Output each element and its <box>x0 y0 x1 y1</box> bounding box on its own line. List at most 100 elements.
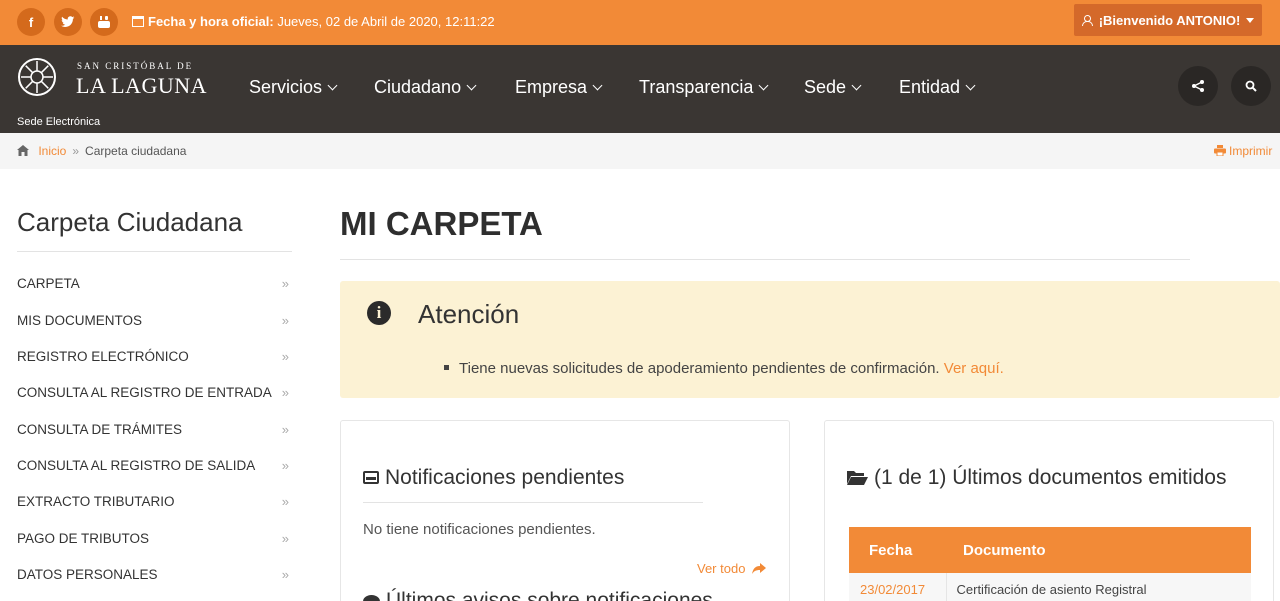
document-name: Certificación de asiento Registral <box>946 573 1251 601</box>
brand-subtitle: Sede Electrónica <box>17 116 101 128</box>
comment-icon <box>363 595 380 601</box>
sidebar-item-extracto-tributario[interactable]: EXTRACTO TRIBUTARIO » <box>17 494 292 514</box>
sidebar-item-consulta-tramites[interactable]: CONSULTA DE TRÁMITES » <box>17 422 292 442</box>
table-header-row: Fecha Documento <box>849 527 1251 573</box>
nav-servicios[interactable]: Servicios <box>249 77 338 98</box>
official-datetime: Fecha y hora oficial: Jueves, 02 de Abri… <box>132 14 495 29</box>
brand-line2[interactable]: LA LAGUNA <box>76 73 207 99</box>
chevron-down-icon <box>466 80 477 91</box>
breadcrumb-home-link[interactable]: Inicio <box>38 144 66 158</box>
nav-label: Ciudadano <box>374 77 462 97</box>
share-button[interactable] <box>1178 66 1218 106</box>
nav-sede[interactable]: Sede <box>804 77 862 98</box>
sidebar-item-label: DATOS PERSONALES <box>17 567 158 582</box>
sidebar-item-label: CONSULTA AL REGISTRO DE SALIDA <box>17 458 256 473</box>
facebook-icon[interactable]: f <box>17 8 45 36</box>
alert-title: Atención <box>418 299 520 329</box>
nav-label: Entidad <box>899 77 961 97</box>
datetime-label: Fecha y hora oficial: <box>148 14 274 29</box>
print-label: Imprimir <box>1229 144 1273 158</box>
double-chevron-right-icon: » <box>281 458 289 473</box>
user-icon <box>1081 14 1093 26</box>
double-chevron-right-icon: » <box>281 422 289 437</box>
printer-icon <box>1214 145 1226 157</box>
sidebar-item-registro-electronico[interactable]: REGISTRO ELECTRÓNICO » <box>17 349 292 369</box>
main-navbar: SAN CRISTÓBAL DE LA LAGUNA Sede Electrón… <box>0 45 1280 133</box>
notifications-empty-text: No tiene notificaciones pendientes. <box>363 521 596 538</box>
double-chevron-right-icon: » <box>281 349 289 364</box>
print-link[interactable]: Imprimir <box>1214 144 1272 158</box>
column-header-fecha[interactable]: Fecha <box>849 527 946 573</box>
documents-title-text: (1 de 1) Últimos documentos emitidos <box>874 466 1227 489</box>
nav-label: Servicios <box>249 77 323 97</box>
datetime-value: Jueves, 02 de Abril de 2020, 12:11:22 <box>277 14 495 29</box>
notices-section-title: Últimos avisos sobre notificaciones <box>363 589 713 601</box>
documents-card: (1 de 1) Últimos documentos emitidos Fec… <box>824 420 1274 601</box>
chevron-down-icon <box>592 80 603 91</box>
top-bar: f Fecha y hora oficial: Jueves, 02 de Ab… <box>0 0 1280 45</box>
sidebar-item-pago-tributos[interactable]: PAGO DE TRIBUTOS » <box>17 531 292 551</box>
notices-title-text: Últimos avisos sobre notificaciones <box>386 589 713 601</box>
table-row[interactable]: 23/02/2017 Certificación de asiento Regi… <box>849 573 1251 601</box>
city-emblem-icon[interactable] <box>17 57 57 97</box>
double-chevron-right-icon: » <box>281 313 289 328</box>
page-title: MI CARPETA <box>340 205 543 242</box>
column-header-documento[interactable]: Documento <box>946 527 1251 573</box>
chevron-down-icon <box>965 80 976 91</box>
twitter-icon[interactable] <box>54 8 82 36</box>
sidebar-item-label: CONSULTA DE TRÁMITES <box>17 422 183 437</box>
brand-line1[interactable]: SAN CRISTÓBAL DE <box>77 61 193 71</box>
breadcrumb: Inicio » Carpeta ciudadana Imprimir <box>0 133 1280 169</box>
double-chevron-right-icon: » <box>281 385 289 400</box>
sidebar-item-label: CARPETA <box>17 276 80 291</box>
home-icon <box>17 145 29 156</box>
sidebar-divider <box>17 251 292 252</box>
share-arrow-icon <box>752 563 767 574</box>
nav-entidad[interactable]: Entidad <box>899 77 976 98</box>
sidebar-title: Carpeta Ciudadana <box>17 207 243 237</box>
sidebar-item-label: REGISTRO ELECTRÓNICO <box>17 349 189 364</box>
breadcrumb-current: Carpeta ciudadana <box>85 144 187 158</box>
chevron-down-icon <box>851 80 862 91</box>
notifications-divider <box>363 502 703 503</box>
alert-message: Tiene nuevas solicitudes de apoderamient… <box>444 360 1004 377</box>
nav-transparencia[interactable]: Transparencia <box>639 77 769 98</box>
youtube-icon[interactable] <box>90 8 118 36</box>
breadcrumb-separator: » <box>72 144 80 158</box>
chevron-down-icon <box>327 80 338 91</box>
notifications-card: Notificaciones pendientes No tiene notif… <box>340 420 790 601</box>
double-chevron-right-icon: » <box>281 276 289 291</box>
documents-table: Fecha Documento 23/02/2017 Certificación… <box>849 527 1251 601</box>
nav-label: Transparencia <box>639 77 754 97</box>
info-icon: i <box>367 301 391 325</box>
alert-message-text: Tiene nuevas solicitudes de apoderamient… <box>459 360 940 377</box>
inbox-icon <box>363 471 379 484</box>
search-button[interactable] <box>1231 66 1271 106</box>
search-icon <box>1245 80 1257 92</box>
sidebar-item-label: CONSULTA AL REGISTRO DE ENTRADA <box>17 385 272 400</box>
attention-alert: i Atención Tiene nuevas solicitudes de a… <box>340 281 1280 398</box>
bullet-icon <box>444 365 449 370</box>
caret-down-icon <box>1246 17 1255 23</box>
sidebar-item-carpeta[interactable]: CARPETA » <box>17 276 292 296</box>
sidebar-item-consulta-registro-entrada[interactable]: CONSULTA AL REGISTRO DE ENTRADA » <box>17 385 292 405</box>
welcome-text: ¡Bienvenido ANTONIO! <box>1098 12 1241 28</box>
sidebar-item-label: EXTRACTO TRIBUTARIO <box>17 494 175 509</box>
alert-see-here-link[interactable]: Ver aquí. <box>944 360 1004 377</box>
sidebar-item-label: PAGO DE TRIBUTOS <box>17 531 150 546</box>
sidebar-item-datos-personales[interactable]: DATOS PERSONALES » <box>17 567 292 587</box>
double-chevron-right-icon: » <box>281 494 289 509</box>
sidebar-item-mis-documentos[interactable]: MIS DOCUMENTOS » <box>17 313 292 333</box>
user-menu-button[interactable]: ¡Bienvenido ANTONIO! <box>1074 4 1262 36</box>
sidebar-item-consulta-registro-salida[interactable]: CONSULTA AL REGISTRO DE SALIDA » <box>17 458 292 478</box>
sidebar-item-label: MIS DOCUMENTOS <box>17 313 143 328</box>
see-all-notifications-link[interactable]: Ver todo <box>697 561 767 576</box>
nav-empresa[interactable]: Empresa <box>515 77 603 98</box>
nav-ciudadano[interactable]: Ciudadano <box>374 77 477 98</box>
chevron-down-icon <box>758 80 769 91</box>
nav-label: Empresa <box>515 77 588 97</box>
notifications-title: Notificaciones pendientes <box>363 466 624 490</box>
double-chevron-right-icon: » <box>281 567 289 582</box>
document-date-link[interactable]: 23/02/2017 <box>849 573 947 601</box>
see-all-label: Ver todo <box>697 561 746 576</box>
